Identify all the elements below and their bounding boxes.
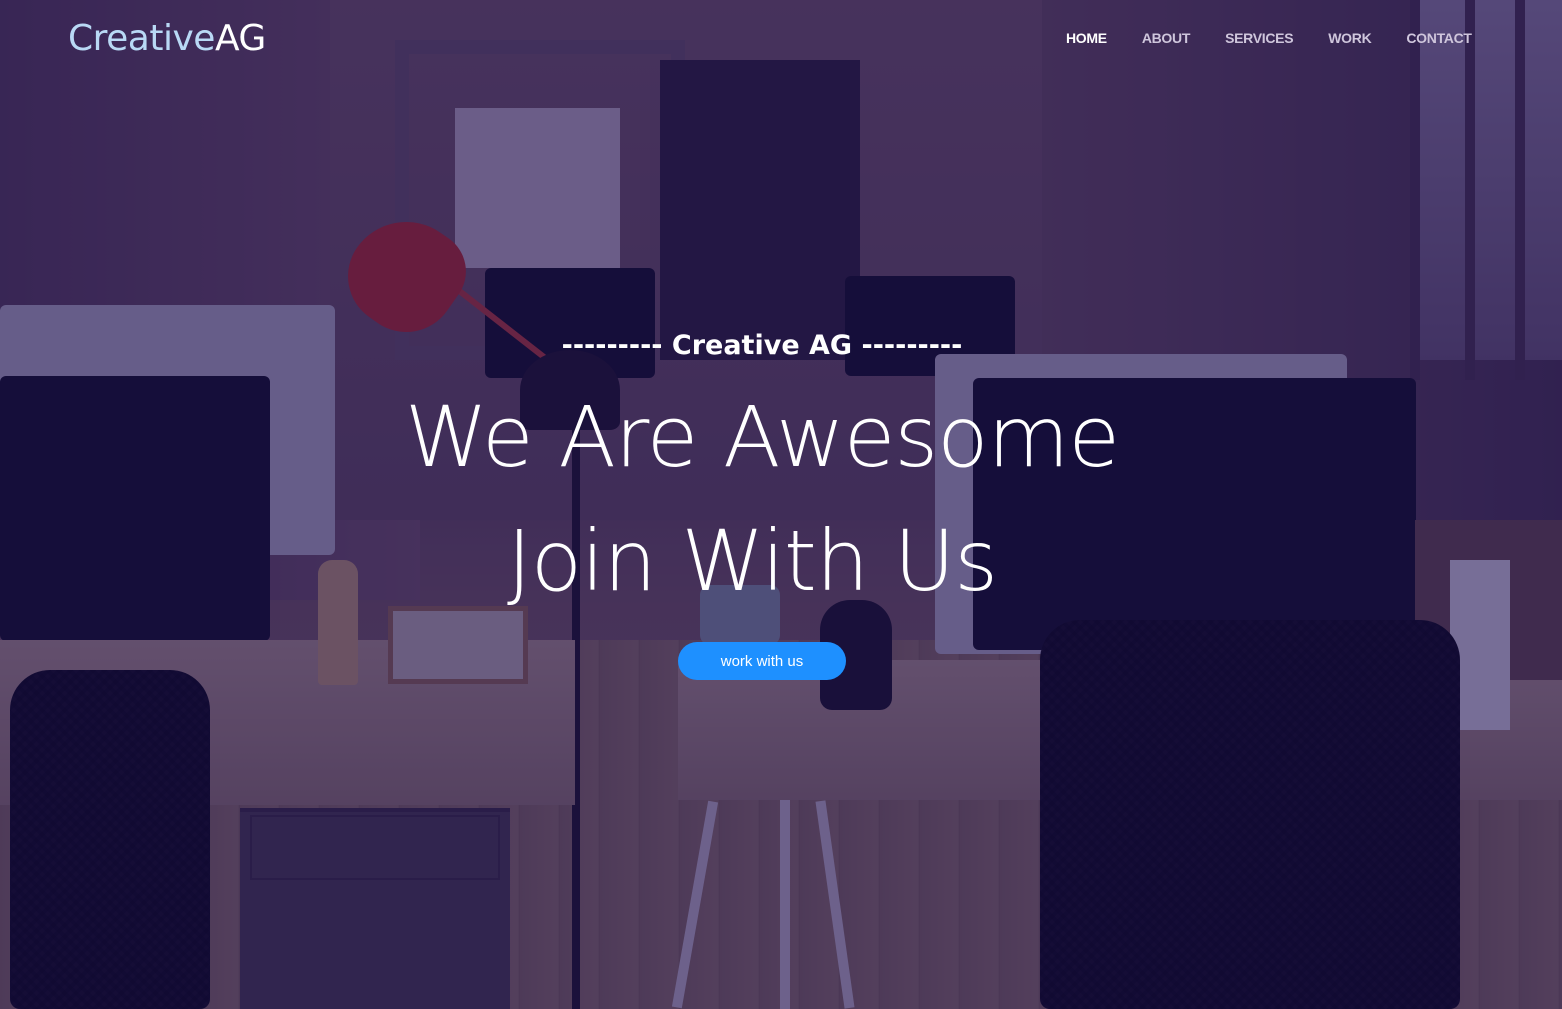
work-with-us-button[interactable]: work with us bbox=[678, 642, 846, 680]
hero-headline-line1: We Are Awesome bbox=[404, 388, 1120, 486]
hero-section: --------- Creative AG --------- We Are A… bbox=[0, 0, 1562, 1009]
hero-headline-line2: Join With Us bbox=[506, 512, 998, 610]
hero-eyebrow: --------- Creative AG --------- bbox=[561, 330, 963, 361]
